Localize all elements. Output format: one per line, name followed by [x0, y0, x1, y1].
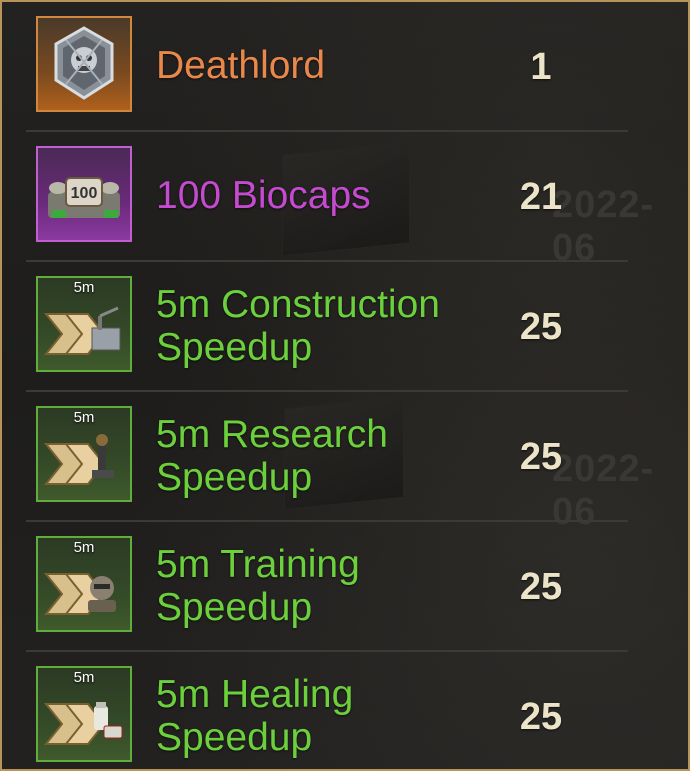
list-item[interactable]: 5m 5m Construction Speedup 25: [26, 262, 628, 392]
list-item[interactable]: 5m 5m Research Speedup 25: [26, 392, 628, 522]
item-name: Deathlord: [156, 44, 325, 87]
item-name: 5m Construction Speedup: [156, 283, 440, 369]
item-count: 25: [519, 566, 563, 608]
item-name-line: Speedup: [156, 326, 313, 369]
svg-text:100: 100: [71, 185, 98, 202]
deathlord-emblem-icon: [36, 16, 132, 112]
item-name: 5m Research Speedup: [156, 413, 388, 499]
item-name: 5m Healing Speedup: [156, 673, 353, 759]
duration-badge: 5m: [73, 279, 95, 296]
research-speedup-icon: 5m: [36, 406, 132, 502]
item-name: 5m Training Speedup: [156, 543, 360, 629]
duration-badge: 5m: [73, 539, 95, 556]
list-item[interactable]: 5m 5m Training Speedup 25: [26, 522, 628, 652]
duration-badge: 5m: [73, 669, 95, 686]
item-name-line: 5m Research: [156, 413, 388, 456]
training-speedup-icon: 5m: [36, 536, 132, 632]
reward-list-panel: 2022-06 2022-06 Deathlord 1 100 100 Bioc…: [0, 0, 690, 771]
item-count: 25: [519, 696, 563, 738]
item-count: 1: [530, 46, 552, 88]
item-count: 21: [519, 176, 563, 218]
item-name-line: Deathlord: [156, 44, 326, 87]
item-count: 25: [519, 306, 563, 348]
item-name-line: 100 Biocaps: [156, 174, 371, 217]
item-name: 100 Biocaps: [156, 174, 371, 217]
biocaps-stack-icon: 100: [36, 146, 132, 242]
item-name-line: Speedup: [156, 716, 313, 759]
item-count: 25: [519, 436, 563, 478]
item-name-line: 5m Construction: [156, 283, 440, 326]
healing-speedup-icon: 5m: [36, 666, 132, 762]
list-item[interactable]: 100 100 Biocaps 21: [26, 132, 628, 262]
item-name-line: 5m Training: [156, 543, 360, 586]
item-name-line: Speedup: [156, 456, 313, 499]
item-name-line: Speedup: [156, 586, 313, 629]
item-name-line: 5m Healing: [156, 673, 354, 716]
duration-badge: 5m: [73, 409, 95, 426]
list-item[interactable]: 5m 5m Healing Speedup 25: [26, 652, 628, 769]
list-item[interactable]: Deathlord 1: [26, 2, 628, 132]
construction-speedup-icon: 5m: [36, 276, 132, 372]
